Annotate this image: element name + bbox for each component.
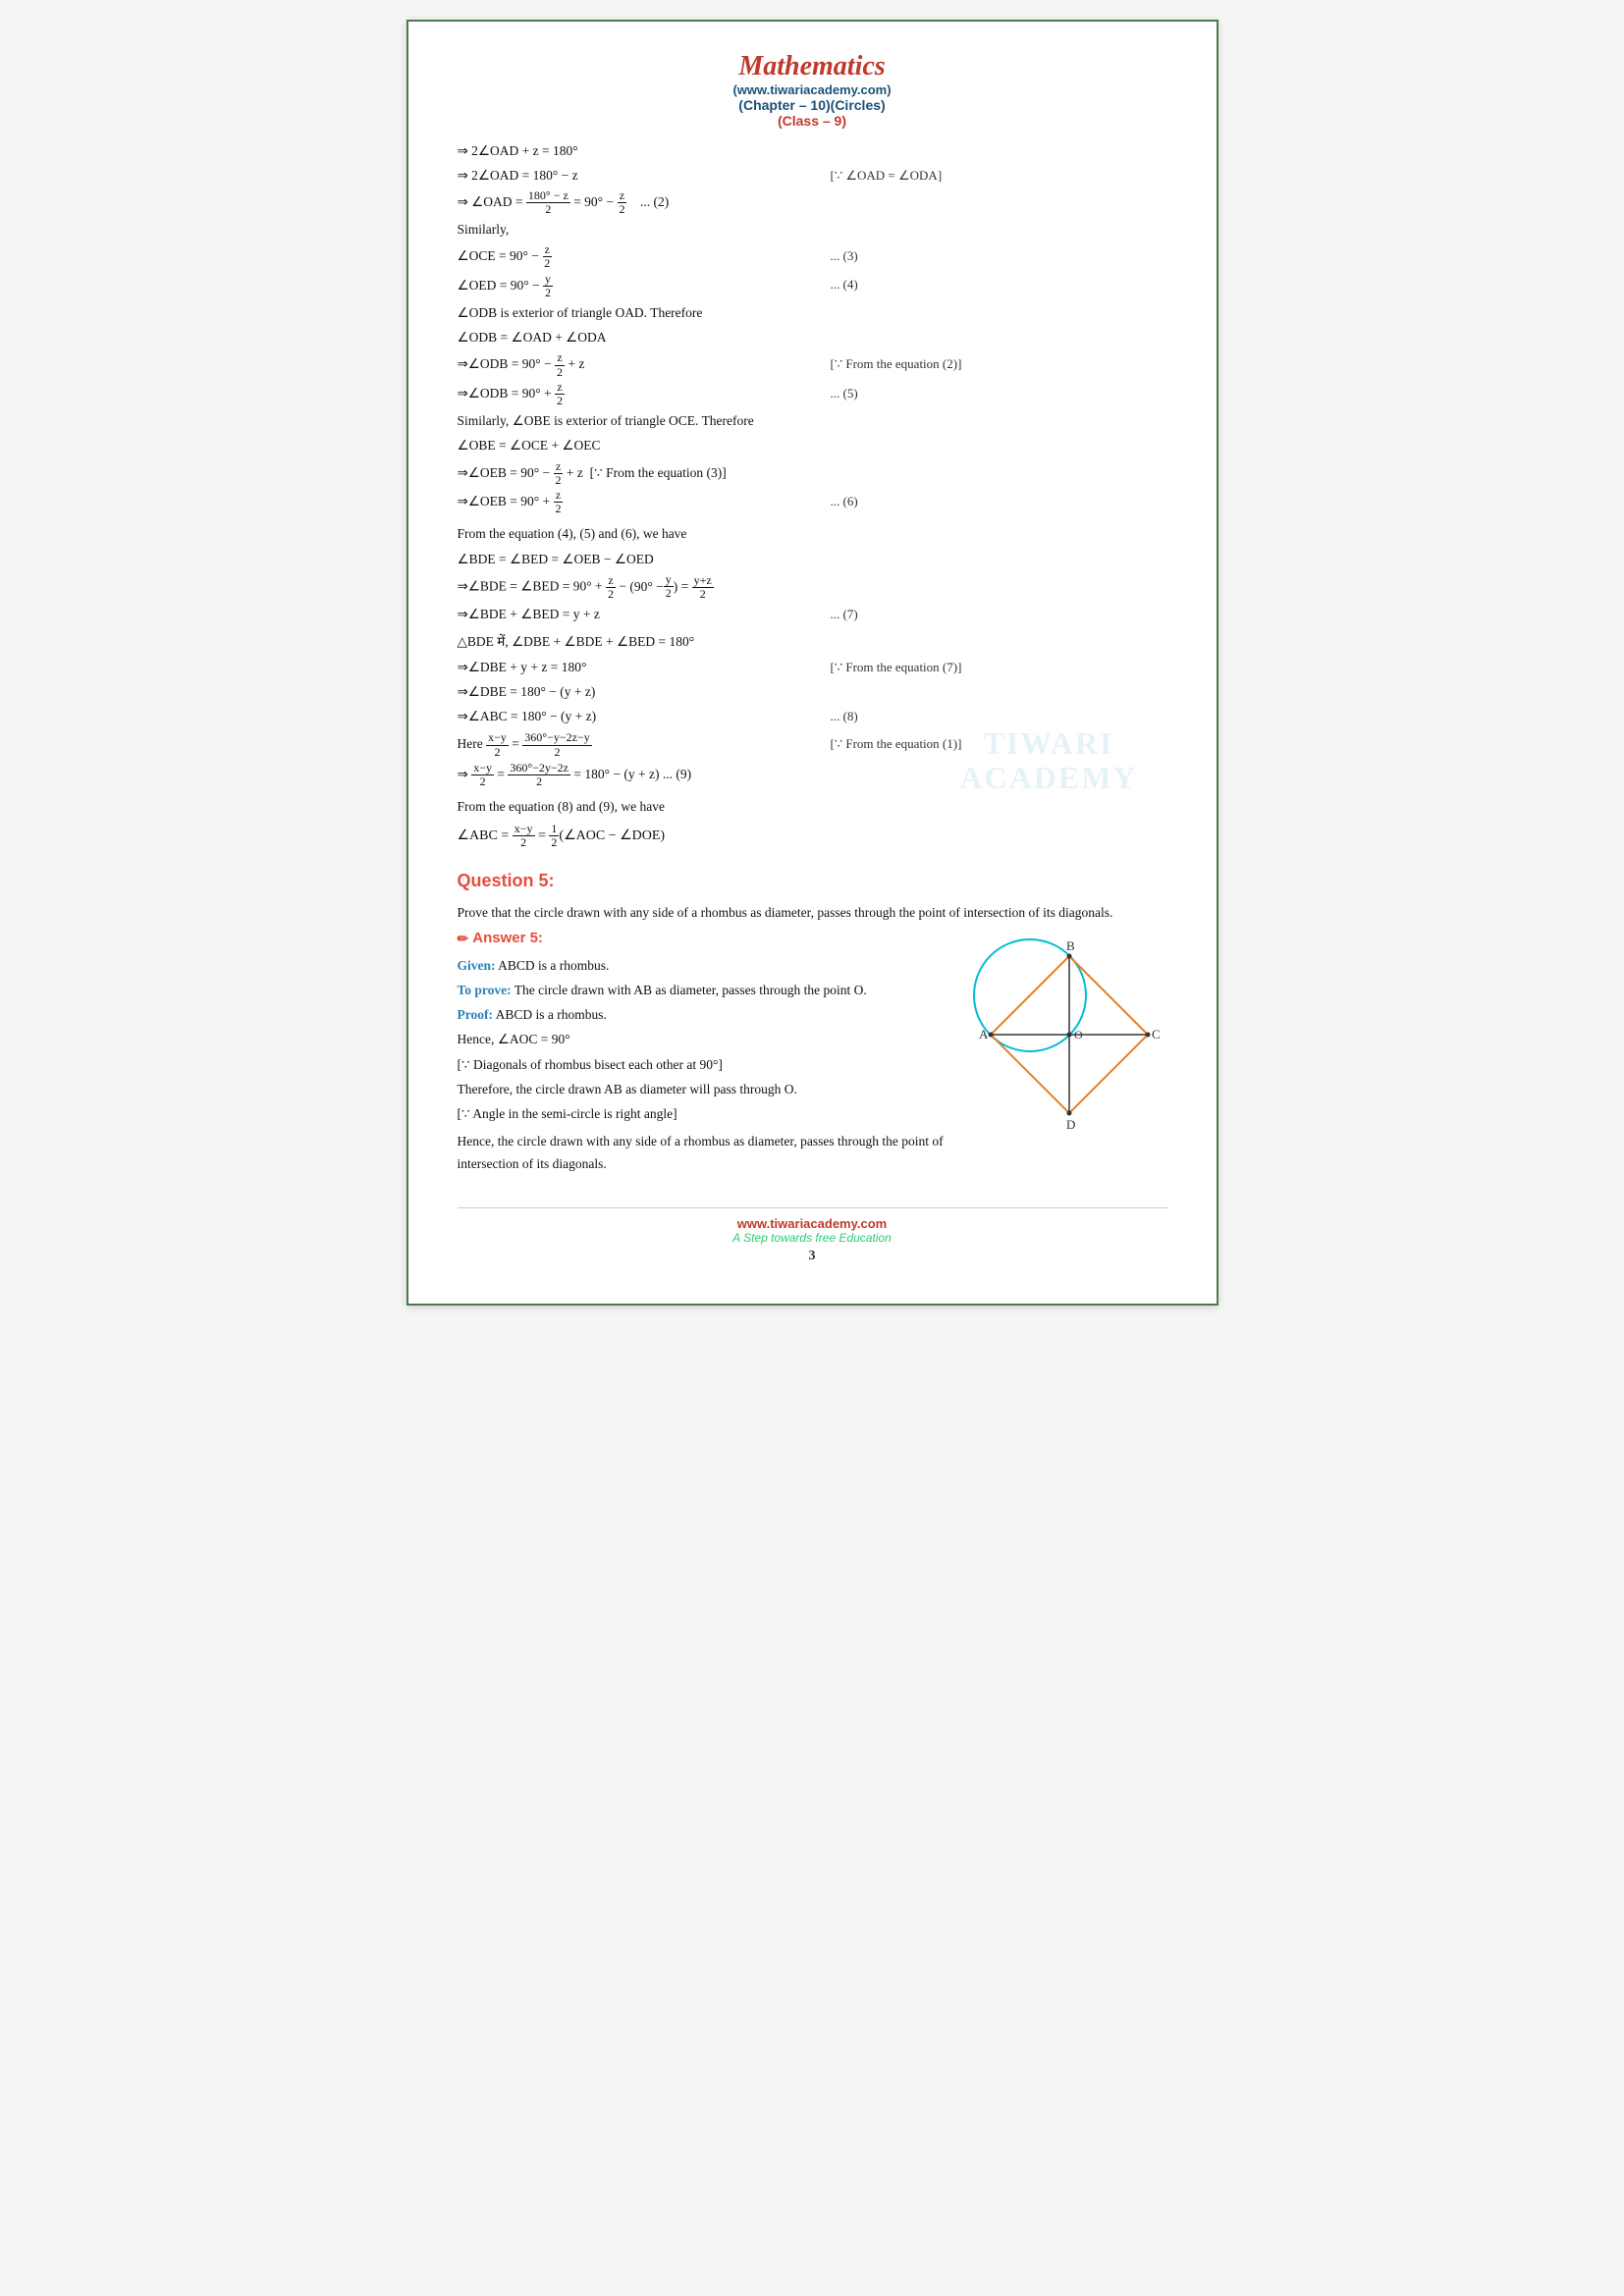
line-14: Here x−y2 = 360°−y−2z−y2 [∵ From the equ…: [458, 731, 1167, 758]
footer-url: www.tiwariacademy.com: [458, 1216, 1167, 1231]
answer5-text: ✏ Answer 5: Given: ABCD is a rhombus. To…: [458, 927, 951, 1178]
given-line: Given: ABCD is a rhombus.: [458, 955, 951, 977]
line-11: ⇒∠DBE + y + z = 180° [∵ From the equatio…: [458, 657, 1167, 678]
line-obe-eq: ∠OBE = ∠OCE + ∠OEC: [458, 435, 1167, 456]
svg-text:O: O: [1074, 1028, 1083, 1041]
question5-text: Prove that the circle drawn with any sid…: [458, 902, 1167, 924]
line-from-89: From the equation (8) and (9), we have: [458, 796, 1167, 818]
line-7: ⇒∠ODB = 90° + z2 ... (5): [458, 381, 1167, 407]
toprove-line: To prove: The circle drawn with AB as di…: [458, 980, 951, 1001]
line-obe-exterior: Similarly, ∠OBE is exterior of triangle …: [458, 410, 1167, 432]
footer-tagline: A Step towards free Education: [458, 1231, 1167, 1245]
therefore-line: Therefore, the circle drawn AB as diamet…: [458, 1079, 951, 1100]
header-chapter: (Chapter – 10)(Circles): [458, 97, 1167, 113]
pencil-icon: ✏: [458, 928, 469, 950]
line-6: ⇒∠ODB = 90° − z2 + z [∵ From the equatio…: [458, 351, 1167, 378]
line-5: ∠OED = 90° − y2 ... (4): [458, 273, 1167, 299]
line-odb-exterior: ∠ODB is exterior of triangle OAD. Theref…: [458, 302, 1167, 324]
line-3: ⇒ ∠OAD = 180° − z2 = 90° − z2 ... (2): [458, 189, 1167, 216]
line-12: ⇒∠DBE = 180° − (y + z): [458, 681, 1167, 703]
answer5-heading: ✏ Answer 5:: [458, 927, 951, 951]
hence-line: Hence, ∠AOC = 90°: [458, 1029, 951, 1050]
proof-line: Proof: ABCD is a rhombus.: [458, 1004, 951, 1026]
line-10: ⇒∠BDE + ∠BED = y + z ... (7): [458, 604, 1167, 625]
footer: www.tiwariacademy.com A Step towards fre…: [458, 1207, 1167, 1264]
hence2-line: Hence, the circle drawn with any side of…: [458, 1131, 951, 1175]
svg-text:A: A: [979, 1027, 989, 1041]
line-13: ⇒∠ABC = 180° − (y + z) ... (8): [458, 706, 1167, 727]
footer-page: 3: [458, 1249, 1167, 1264]
page-title: Mathematics: [458, 51, 1167, 82]
angle-line: [∵ Angle in the semi-circle is right ang…: [458, 1103, 951, 1125]
line-4: ∠OCE = 90° − z2 ... (3): [458, 243, 1167, 270]
header-class: (Class – 9): [458, 113, 1167, 129]
header: Mathematics (www.tiwariacademy.com) (Cha…: [458, 51, 1167, 129]
line-similarly: Similarly,: [458, 219, 1167, 240]
svg-text:D: D: [1066, 1117, 1075, 1132]
content-area: ⇒ 2∠OAD + z = 180° ⇒ 2∠OAD = 180° − z [∵…: [458, 140, 1167, 1178]
svg-text:B: B: [1066, 938, 1075, 953]
line-from-456: From the equation (4), (5) and (6), we h…: [458, 523, 1167, 545]
line-2: ⇒ 2∠OAD = 180° − z [∵ ∠OAD = ∠ODA]: [458, 165, 1167, 187]
line-bde-calc: ⇒∠BDE = ∠BED = 90° + z2 − (90° − y2) = y…: [458, 573, 1167, 601]
line-odb-eq: ∠ODB = ∠OAD + ∠ODA: [458, 327, 1167, 348]
line-bde: ∠BDE = ∠BED = ∠OEB − ∠OED: [458, 549, 1167, 570]
page: TIWARIACADEMY Mathematics (www.tiwariaca…: [406, 20, 1218, 1306]
svg-text:C: C: [1152, 1027, 1161, 1041]
line-8: ⇒∠OEB = 90° − z2 + z [∵ From the equatio…: [458, 460, 1167, 487]
line-1: ⇒ 2∠OAD + z = 180°: [458, 140, 1167, 162]
rhombus-diagram: A B C D O: [971, 936, 1167, 1140]
answer5-section: ✏ Answer 5: Given: ABCD is a rhombus. To…: [458, 927, 1167, 1178]
header-subtitle: (www.tiwariacademy.com): [458, 82, 1167, 97]
line-delta-bde: △BDE में, ∠DBE + ∠BDE + ∠BED = 180°: [458, 631, 1167, 653]
diagonals-line: [∵ Diagonals of rhombus bisect each othe…: [458, 1054, 951, 1076]
question5-heading: Question 5:: [458, 867, 1167, 896]
line-15: ⇒ x−y2 = 360°−2y−2z2 = 180° − (y + z) ..…: [458, 762, 1167, 788]
line-final: ∠ABC = x−y2 = 12(∠AOC − ∠DOE): [458, 823, 1167, 849]
line-9: ⇒∠OEB = 90° + z2 ... (6): [458, 489, 1167, 515]
